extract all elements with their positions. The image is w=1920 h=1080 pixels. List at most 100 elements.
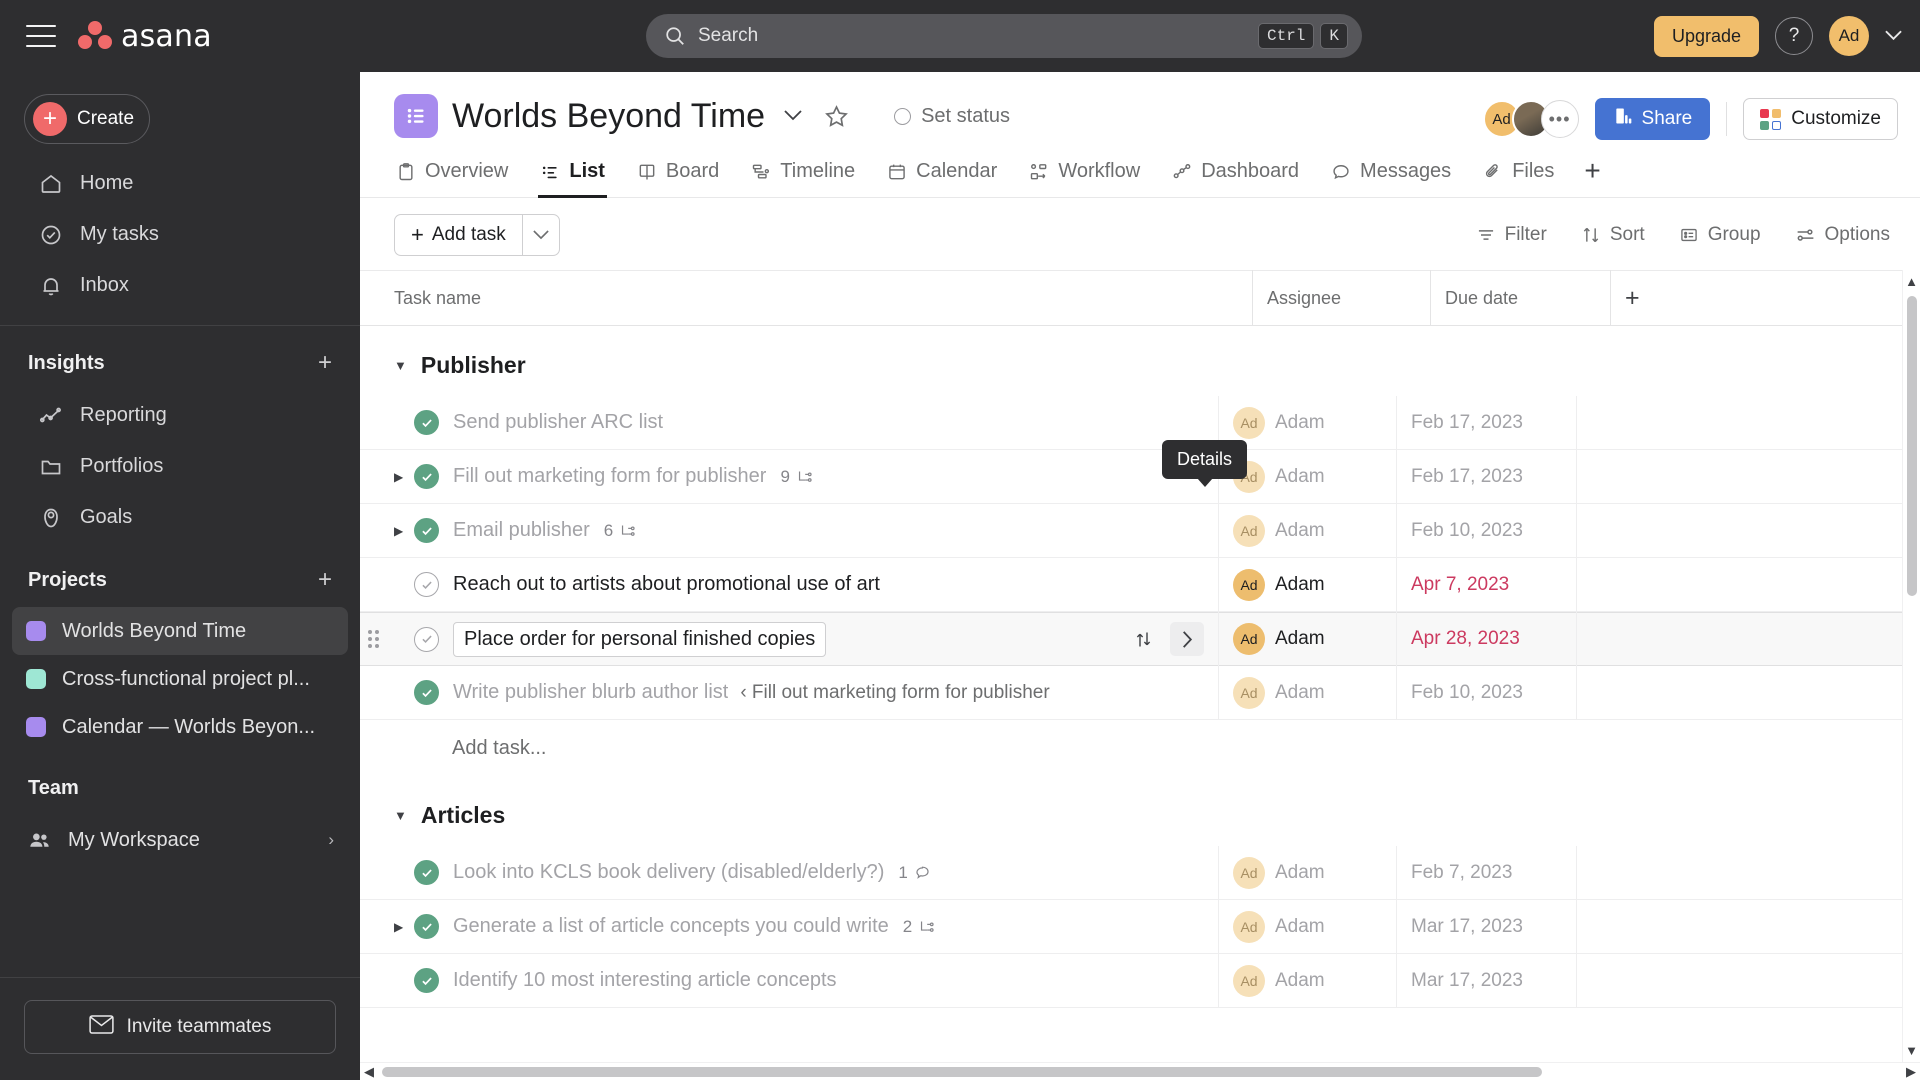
due-date-cell[interactable]: Feb 17, 2023	[1396, 395, 1576, 450]
chevron-down-icon[interactable]: ▼	[394, 358, 407, 373]
tab-messages[interactable]: Messages	[1329, 150, 1453, 198]
sidebar-item-home[interactable]: Home	[12, 158, 348, 209]
task-name-cell[interactable]: ▶ Write publisher blurb author list ‹ Fi…	[360, 666, 1218, 720]
due-date-cell[interactable]: Feb 7, 2023	[1396, 845, 1576, 900]
upgrade-button[interactable]: Upgrade	[1653, 15, 1759, 57]
task-complete-checkbox[interactable]	[414, 860, 439, 885]
create-button[interactable]: + Create	[24, 94, 150, 144]
task-complete-checkbox[interactable]	[414, 518, 439, 543]
task-complete-checkbox[interactable]	[414, 680, 439, 705]
table-row[interactable]: ▶ Email publisher 6 Ad Adam Feb 10, 2023	[360, 503, 1920, 558]
account-avatar[interactable]: Ad	[1829, 16, 1869, 56]
sidebar-item-my-workspace[interactable]: My Workspace ›	[12, 815, 348, 865]
project-menu-chevron-icon[interactable]	[783, 105, 803, 127]
add-task-button[interactable]: + Add task	[394, 214, 522, 256]
add-column-button[interactable]: +	[1610, 270, 1650, 326]
task-name-cell[interactable]: ▶ Fill out marketing form for publisher …	[360, 450, 1218, 504]
due-date-cell[interactable]: Feb 17, 2023	[1396, 449, 1576, 504]
sidebar-item-goals[interactable]: Goals	[12, 492, 348, 543]
task-name-cell[interactable]: ▶ Look into KCLS book delivery (disabled…	[360, 846, 1218, 900]
expand-caret-icon[interactable]: ▶	[394, 470, 412, 484]
assignee-cell[interactable]: Ad Adam	[1218, 557, 1396, 612]
horizontal-scrollbar[interactable]: ◀ ▶	[360, 1062, 1920, 1080]
assignee-cell[interactable]: Ad Adam	[1218, 665, 1396, 720]
section-header-articles[interactable]: ▼ Articles	[360, 784, 1920, 846]
options-button[interactable]: Options	[1795, 224, 1890, 246]
table-row[interactable]: ▶ Reach out to artists about promotional…	[360, 557, 1920, 612]
help-button[interactable]: ?	[1775, 17, 1813, 55]
group-button[interactable]: Group	[1679, 224, 1761, 246]
invite-teammates-button[interactable]: Invite teammates	[24, 1000, 336, 1054]
task-complete-checkbox[interactable]	[414, 914, 439, 939]
move-icon[interactable]	[1126, 622, 1160, 656]
assignee-cell[interactable]: Ad Adam	[1218, 899, 1396, 954]
table-row[interactable]: ▶ Send publisher ARC list Ad Adam Feb 17…	[360, 395, 1920, 450]
add-task-dropdown-button[interactable]	[521, 214, 560, 256]
add-project-button[interactable]: +	[318, 568, 332, 592]
scroll-right-arrow-icon[interactable]: ▶	[1902, 1064, 1920, 1080]
due-date-cell[interactable]: Feb 10, 2023	[1396, 665, 1576, 720]
set-status-button[interactable]: Set status	[894, 105, 1010, 128]
sort-button[interactable]: Sort	[1581, 224, 1645, 246]
assignee-cell[interactable]: Ad Adam	[1218, 612, 1396, 666]
sidebar-project-worlds-beyond-time[interactable]: Worlds Beyond Time	[12, 607, 348, 655]
scroll-left-arrow-icon[interactable]: ◀	[360, 1064, 378, 1080]
chevron-down-icon[interactable]: ▼	[394, 808, 407, 823]
tab-workflow[interactable]: Workflow	[1027, 150, 1142, 198]
vertical-scrollbar[interactable]: ▲ ▼	[1902, 270, 1920, 1062]
task-name-cell[interactable]: ▶ Reach out to artists about promotional…	[360, 558, 1218, 612]
expand-caret-icon[interactable]: ▶	[394, 920, 412, 934]
star-icon[interactable]	[823, 103, 850, 130]
assignee-cell[interactable]: Ad Adam	[1218, 503, 1396, 558]
table-row[interactable]: ▶ Fill out marketing form for publisher …	[360, 449, 1920, 504]
hamburger-icon[interactable]	[26, 25, 56, 47]
due-date-cell[interactable]: Apr 28, 2023	[1396, 612, 1576, 666]
task-name-cell[interactable]: ▶ Generate a list of article concepts yo…	[360, 900, 1218, 954]
asana-logo[interactable]: asana	[78, 19, 212, 54]
customize-button[interactable]: Customize	[1743, 98, 1898, 140]
tab-dashboard[interactable]: Dashboard	[1170, 150, 1301, 198]
task-name-input[interactable]: Place order for personal finished copies	[453, 621, 827, 657]
chevron-down-icon[interactable]	[1885, 28, 1902, 45]
due-date-cell[interactable]: Mar 17, 2023	[1396, 953, 1576, 1008]
scroll-up-arrow-icon[interactable]: ▲	[1905, 270, 1918, 293]
task-name-cell[interactable]: ▶ Email publisher 6	[360, 504, 1218, 558]
sidebar-project-calendar-worlds[interactable]: Calendar — Worlds Beyon...	[12, 703, 348, 751]
search-input[interactable]	[698, 25, 1258, 47]
horizontal-scrollbar-thumb[interactable]	[382, 1066, 1542, 1077]
table-row[interactable]: ▶ Identify 10 most interesting article c…	[360, 953, 1920, 1008]
share-button[interactable]: Share	[1594, 98, 1711, 140]
parent-task-reference[interactable]: ‹ Fill out marketing form for publisher	[740, 682, 1049, 704]
tab-timeline[interactable]: Timeline	[749, 150, 857, 198]
table-row[interactable]: ▶ Generate a list of article concepts yo…	[360, 899, 1920, 954]
task-name-cell[interactable]: ▶ Place order for personal finished copi…	[360, 612, 1218, 666]
tab-files[interactable]: Files	[1481, 150, 1556, 198]
drag-handle-icon[interactable]	[368, 630, 386, 648]
table-row-selected[interactable]: ▶ Place order for personal finished copi…	[360, 612, 1920, 666]
due-date-cell[interactable]: Feb 10, 2023	[1396, 503, 1576, 558]
add-task-inline-publisher[interactable]: Add task...	[360, 720, 1920, 776]
task-complete-checkbox[interactable]	[414, 410, 439, 435]
sidebar-item-portfolios[interactable]: Portfolios	[12, 441, 348, 492]
details-chevron-right-icon[interactable]	[1170, 622, 1204, 656]
table-row[interactable]: ▶ Look into KCLS book delivery (disabled…	[360, 845, 1920, 900]
task-name-cell[interactable]: ▶ Identify 10 most interesting article c…	[360, 954, 1218, 1008]
section-header-publisher[interactable]: ▼ Publisher	[360, 334, 1920, 396]
assignee-cell[interactable]: Ad Adam	[1218, 953, 1396, 1008]
task-complete-checkbox[interactable]	[414, 572, 439, 597]
tab-calendar[interactable]: Calendar	[885, 150, 999, 198]
vertical-scrollbar-thumb[interactable]	[1906, 296, 1917, 596]
sidebar-item-reporting[interactable]: Reporting	[12, 390, 348, 441]
search-bar[interactable]: Ctrl K	[646, 14, 1362, 58]
due-date-cell[interactable]: Mar 17, 2023	[1396, 899, 1576, 954]
task-complete-checkbox[interactable]	[414, 626, 439, 652]
due-date-cell[interactable]: Apr 7, 2023	[1396, 557, 1576, 612]
chevron-right-icon[interactable]: ›	[328, 830, 334, 850]
sidebar-project-cross-functional[interactable]: Cross-functional project pl...	[12, 655, 348, 703]
filter-button[interactable]: Filter	[1476, 224, 1547, 246]
more-members-button[interactable]: •••	[1540, 100, 1579, 138]
tab-board[interactable]: Board	[635, 150, 721, 198]
tab-overview[interactable]: Overview	[394, 150, 510, 198]
add-tab-button[interactable]: +	[1584, 155, 1600, 197]
task-complete-checkbox[interactable]	[414, 968, 439, 993]
